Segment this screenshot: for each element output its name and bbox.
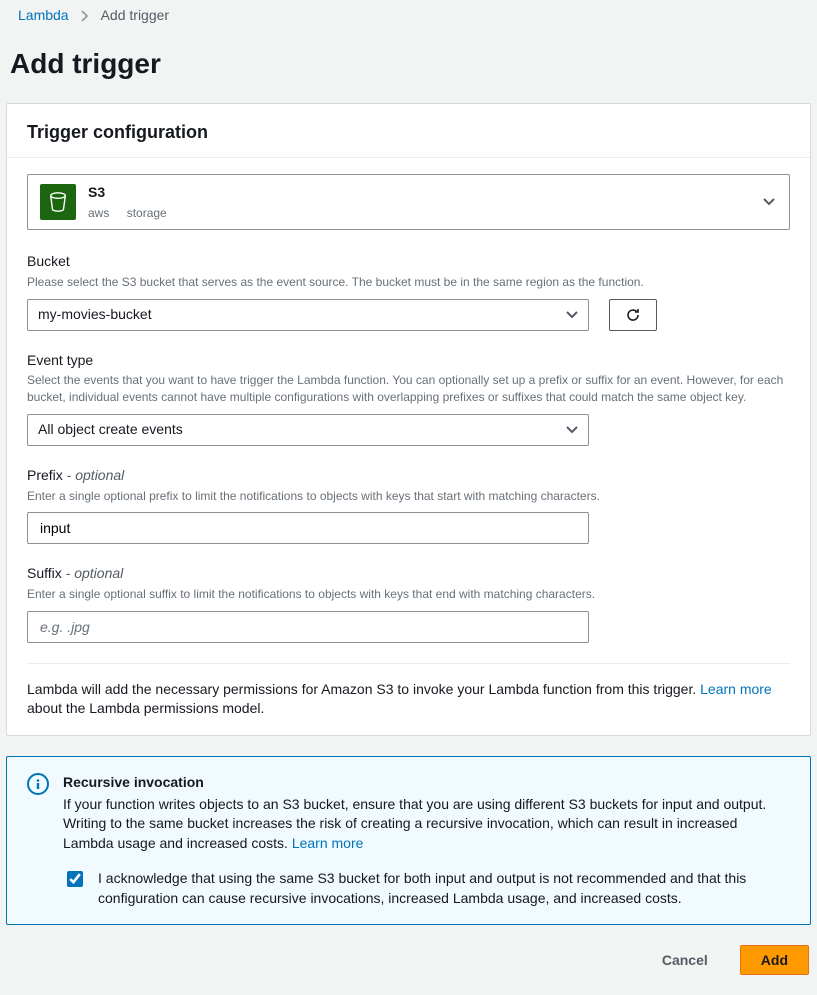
caret-down-icon [566,426,578,434]
permissions-learn-more-link[interactable]: Learn more [700,681,772,697]
suffix-input[interactable] [38,618,578,636]
event-type-label: Event type [27,351,790,371]
footer-buttons: Cancel Add [6,945,811,975]
prefix-input[interactable] [38,519,578,537]
breadcrumb: Lambda Add trigger [6,0,811,36]
info-icon [27,773,49,795]
bucket-group: Bucket Please select the S3 bucket that … [27,252,790,330]
prefix-label: Prefix [27,467,63,483]
prefix-input-wrapper [27,512,589,544]
divider [27,663,790,664]
panel-header: Trigger configuration [7,104,810,158]
acknowledge-checkbox[interactable] [67,871,83,887]
prefix-hint: Enter a single optional prefix to limit … [27,488,790,505]
breadcrumb-current: Add trigger [101,6,169,26]
suffix-label: Suffix [27,565,62,581]
refresh-icon [625,307,641,323]
add-button[interactable]: Add [740,945,809,975]
panel-title: Trigger configuration [27,120,790,145]
recursive-invocation-info: Recursive invocation If your function wr… [6,756,811,926]
bucket-select[interactable]: my-movies-bucket [27,299,589,331]
source-title: S3 [88,183,181,203]
event-type-select[interactable]: All object create events [27,414,589,446]
bucket-label: Bucket [27,252,790,272]
source-tag-aws: aws [88,206,109,220]
prefix-optional: - optional [63,467,124,483]
s3-bucket-icon [40,184,76,220]
permissions-text: Lambda will add the necessary permission… [27,680,790,719]
suffix-group: Suffix - optional Enter a single optiona… [27,564,790,642]
info-learn-more-link[interactable]: Learn more [292,835,364,851]
acknowledge-label: I acknowledge that using the same S3 buc… [98,869,790,908]
prefix-group: Prefix - optional Enter a single optiona… [27,466,790,544]
source-select[interactable]: S3 aws storage [27,174,790,230]
breadcrumb-root-link[interactable]: Lambda [18,6,69,26]
caret-down-icon [566,311,578,319]
caret-down-icon [763,198,775,206]
chevron-right-icon [81,10,89,22]
event-type-group: Event type Select the events that you wa… [27,351,790,446]
event-type-value: All object create events [38,420,183,440]
event-type-hint: Select the events that you want to have … [27,372,790,406]
info-title: Recursive invocation [63,773,790,793]
trigger-config-panel: Trigger configuration S3 aws storage [6,103,811,736]
source-tag-storage: storage [127,206,167,220]
bucket-value: my-movies-bucket [38,305,152,325]
suffix-hint: Enter a single optional suffix to limit … [27,586,790,603]
bucket-hint: Please select the S3 bucket that serves … [27,274,790,291]
info-text: If your function writes objects to an S3… [63,796,766,851]
page-title: Add trigger [10,44,811,83]
refresh-button[interactable] [609,299,657,331]
suffix-optional: - optional [62,565,123,581]
suffix-input-wrapper [27,611,589,643]
cancel-button[interactable]: Cancel [642,945,728,975]
